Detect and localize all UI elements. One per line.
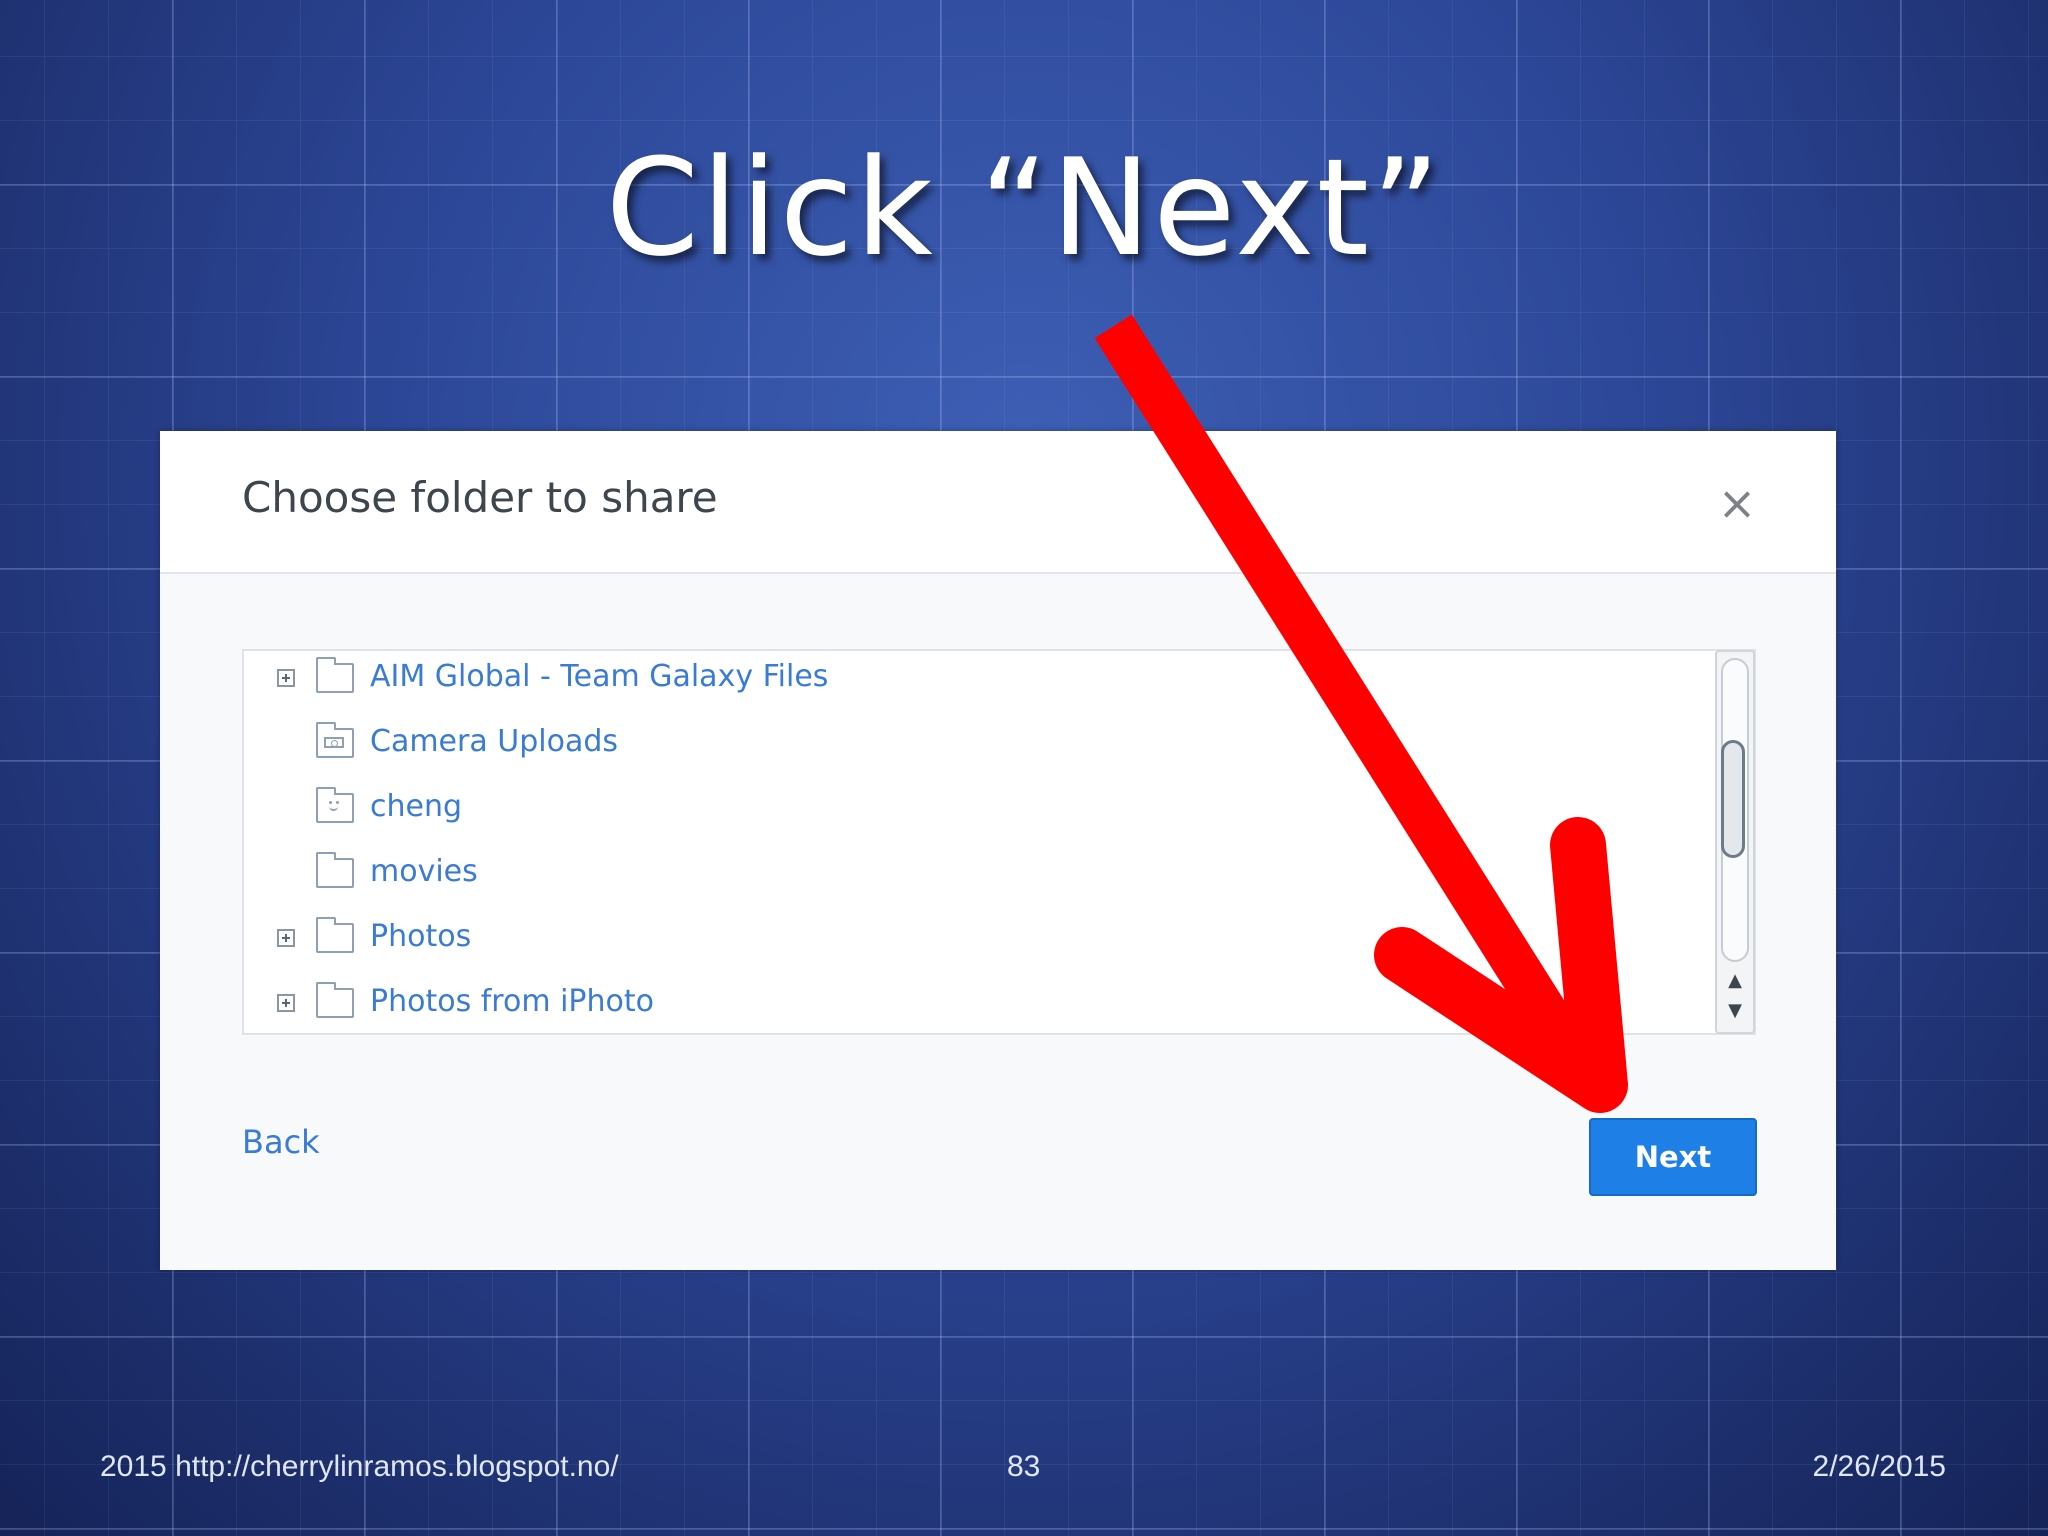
scroll-down-arrow-icon[interactable]: ▼: [1723, 1000, 1747, 1022]
tree-row-cheng[interactable]: cheng: [244, 781, 1644, 837]
scroll-up-arrow-icon[interactable]: ▲: [1723, 970, 1747, 992]
next-button[interactable]: Next: [1589, 1118, 1757, 1196]
expand-plus-icon[interactable]: [277, 669, 295, 687]
folder-tree: AIM Global - Team Galaxy Files Camera Up…: [242, 649, 1756, 1035]
slide-number: 83: [1007, 1450, 1041, 1483]
expand-plus-icon[interactable]: [277, 994, 295, 1012]
expand-plus-icon[interactable]: [277, 929, 295, 947]
folder-label: AIM Global - Team Galaxy Files: [370, 659, 829, 694]
shared-folder-icon: [315, 787, 354, 823]
scroll-thumb[interactable]: [1721, 740, 1745, 858]
folder-tree-scrollbar[interactable]: ▲ ▼: [1715, 650, 1755, 1034]
dialog-header: Choose folder to share ×: [160, 431, 1836, 574]
close-icon[interactable]: ×: [1715, 480, 1759, 526]
footer-source: 2015 http://cherrylinramos.blogspot.no/: [100, 1450, 619, 1483]
dialog-title: Choose folder to share: [242, 473, 718, 522]
folder-label: Photos: [370, 919, 472, 954]
folder-label: Photos from iPhoto: [370, 984, 655, 1019]
back-link[interactable]: Back: [242, 1123, 320, 1161]
folder-label: movies: [370, 854, 478, 889]
folder-icon: [315, 657, 354, 693]
camera-folder-icon: [315, 722, 354, 758]
folder-label: cheng: [370, 789, 463, 824]
slide-title: Click “Next”: [605, 130, 1443, 286]
share-folder-dialog: Choose folder to share × AIM Global - Te…: [160, 431, 1836, 1270]
folder-icon: [315, 852, 354, 888]
tree-row-photos[interactable]: Photos: [244, 911, 1644, 967]
folder-label: Camera Uploads: [370, 724, 619, 759]
folder-icon: [315, 982, 354, 1018]
slide-date: 2/26/2015: [1812, 1450, 1946, 1483]
tree-row-aim-global[interactable]: AIM Global - Team Galaxy Files: [244, 651, 1644, 707]
tree-row-photos-from-iphoto[interactable]: Photos from iPhoto: [244, 976, 1644, 1032]
tree-row-camera-uploads[interactable]: Camera Uploads: [244, 716, 1644, 772]
tree-row-movies[interactable]: movies: [244, 846, 1644, 902]
folder-icon: [315, 917, 354, 953]
